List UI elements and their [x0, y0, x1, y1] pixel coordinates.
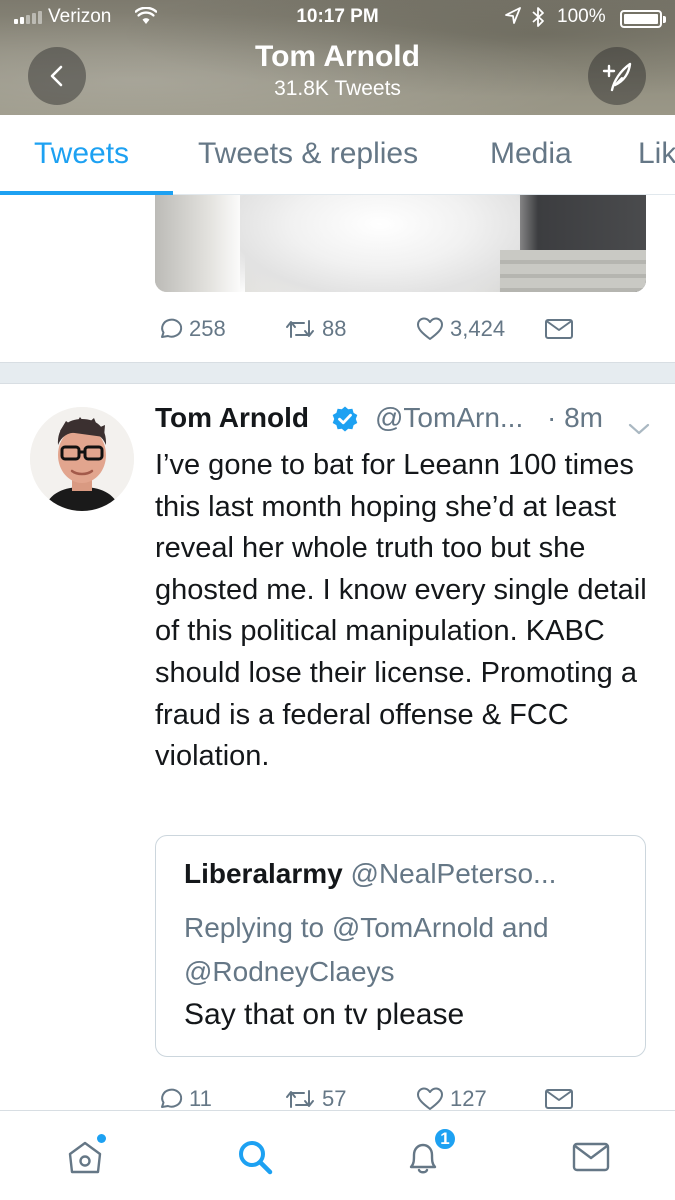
tab-likes[interactable]: Lik — [638, 137, 675, 171]
like-count: 3,424 — [450, 316, 506, 341]
battery-icon — [620, 10, 666, 28]
tweet-header: Tom Arnold @TomArn... · 8m — [155, 402, 655, 442]
compose-tweet-icon — [602, 62, 632, 92]
battery-percent: 100% — [557, 6, 606, 27]
tweet-author-name[interactable]: Tom Arnold — [155, 402, 309, 434]
bottom-navigation: 1 — [0, 1110, 675, 1200]
status-bar: Verizon 10:17 PM 100% — [0, 0, 675, 36]
direct-message-button[interactable] — [544, 317, 574, 341]
quoted-tweet-text: Say that on tv please — [184, 998, 465, 1031]
retweet-count: 57 — [322, 1086, 347, 1111]
quoted-author-name: Liberalarmy — [184, 858, 343, 889]
tab-tweets-replies[interactable]: Tweets & replies — [198, 137, 418, 171]
quoted-tweet[interactable]: Liberalarmy @NealPeterso... Replying to … — [155, 835, 646, 1057]
bluetooth-icon — [531, 6, 545, 34]
retweet-icon — [286, 1090, 314, 1108]
nav-messages-button[interactable] — [561, 1129, 621, 1185]
like-button[interactable]: 127 — [416, 1086, 487, 1112]
profile-name: Tom Arnold — [255, 40, 420, 73]
reply-count: 11 — [189, 1086, 212, 1111]
chevron-down-icon — [628, 423, 650, 435]
tweet-divider — [0, 362, 675, 384]
envelope-icon — [545, 1089, 573, 1109]
tab-media[interactable]: Media — [490, 137, 572, 171]
tweet-author-handle[interactable]: @TomArn... — [375, 402, 523, 434]
retweet-button[interactable]: 88 — [284, 316, 346, 342]
quoted-tweet-author: Liberalarmy @NealPeterso... — [184, 858, 556, 890]
heart-icon — [417, 317, 443, 340]
reply-icon — [161, 318, 183, 338]
direct-message-button[interactable] — [544, 1087, 574, 1111]
home-new-indicator — [97, 1134, 106, 1143]
like-count: 127 — [450, 1086, 487, 1111]
reply-button[interactable]: 11 — [157, 1086, 212, 1112]
retweet-icon — [286, 320, 314, 338]
retweet-button[interactable]: 57 — [284, 1086, 346, 1112]
reply-count: 258 — [189, 316, 226, 341]
tweet-count: 31.8K Tweets — [274, 77, 401, 100]
location-icon — [505, 7, 521, 31]
active-tab-indicator — [0, 191, 173, 195]
tweet-timestamp[interactable]: · 8m — [547, 402, 603, 434]
profile-header: Verizon 10:17 PM 100% Tom Arnold 31.8K T… — [0, 0, 675, 115]
quoted-author-handle: @NealPeterso... — [350, 858, 557, 889]
notification-badge: 1 — [433, 1127, 457, 1151]
verified-badge-icon — [331, 405, 359, 440]
retweet-count: 88 — [322, 316, 347, 341]
tweet-media-image[interactable] — [155, 195, 646, 292]
tweet-text: I’ve gone to bat for Leeann 100 times th… — [155, 449, 647, 773]
tweet-menu-button[interactable] — [627, 412, 651, 444]
quoted-replying-to: Replying to @TomArnold and @RodneyClaeys — [184, 912, 549, 987]
like-button[interactable]: 3,424 — [416, 316, 505, 342]
heart-icon — [417, 1087, 443, 1110]
search-icon — [239, 1141, 273, 1175]
nav-notifications-button[interactable]: 1 — [393, 1127, 457, 1185]
reply-icon — [161, 1088, 183, 1108]
envelope-icon — [545, 319, 573, 339]
tab-tweets[interactable]: Tweets — [34, 137, 129, 171]
profile-tabs: Tweets Tweets & replies Media Lik — [0, 115, 675, 195]
nav-search-button[interactable] — [225, 1129, 285, 1185]
messages-icon — [572, 1142, 610, 1172]
compose-tweet-button[interactable] — [588, 47, 646, 105]
nav-home-button[interactable] — [55, 1129, 115, 1185]
reply-button[interactable]: 258 — [157, 316, 226, 342]
avatar[interactable] — [30, 407, 134, 511]
